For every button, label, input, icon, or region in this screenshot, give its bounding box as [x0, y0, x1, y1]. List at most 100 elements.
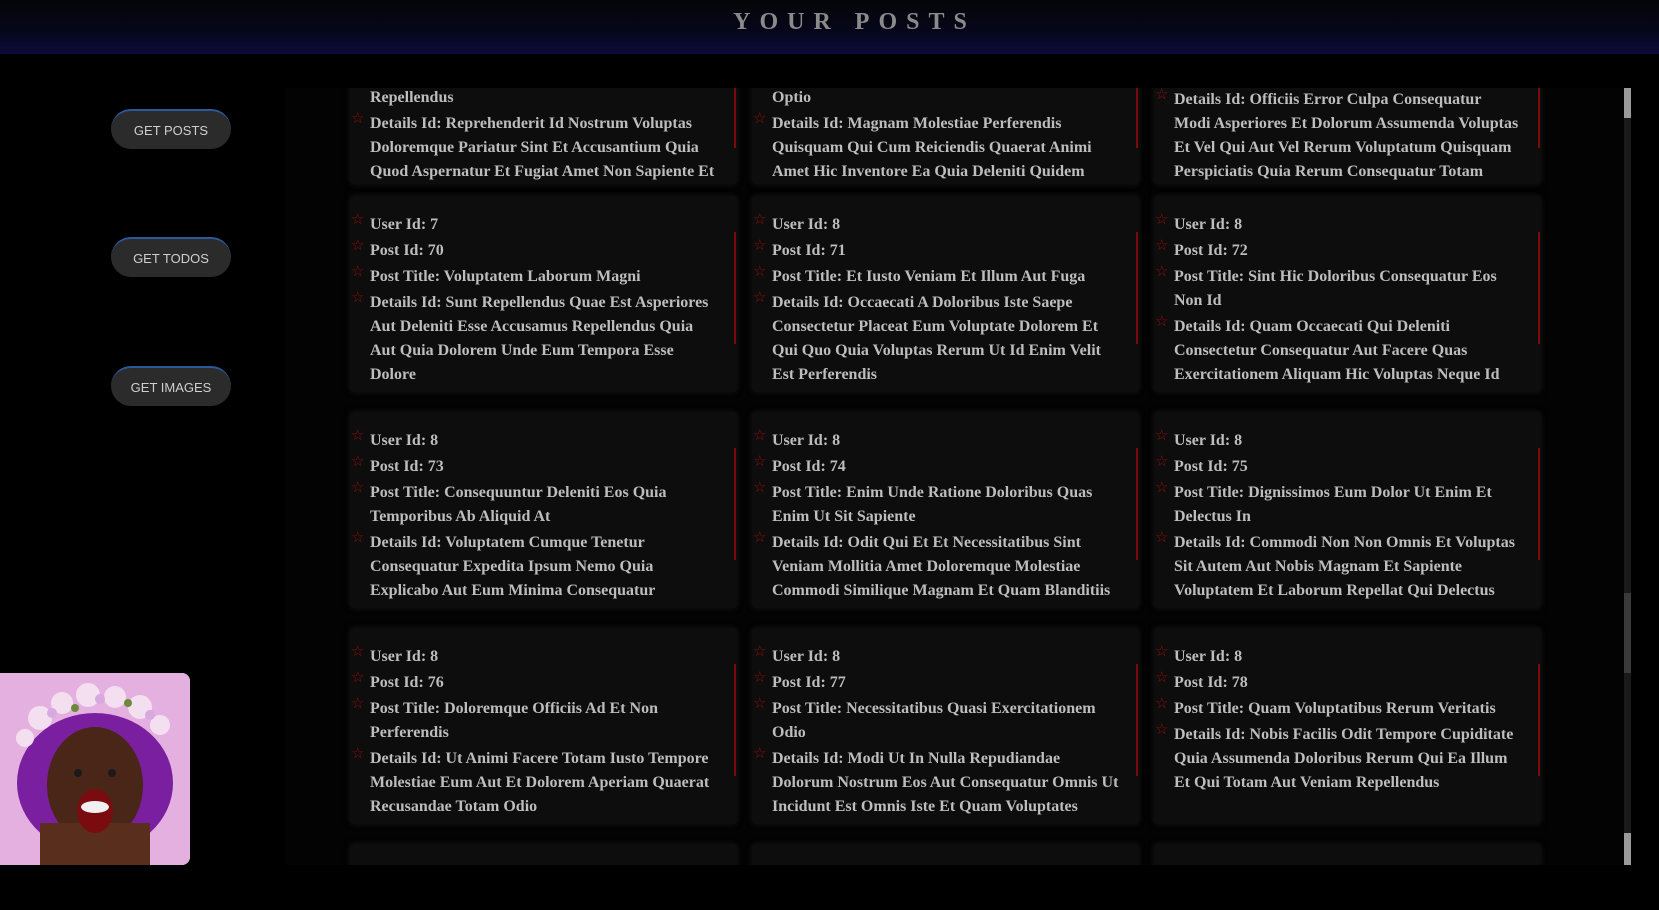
star-icon: ☆	[753, 290, 767, 306]
post-details: Modi Asperiores Et Dolorum Assumenda Vol…	[1174, 115, 1519, 180]
post-title: ☆ Post Title: Enim Unde Ratione Doloribus…	[753, 480, 1119, 529]
post-card: Repellendus ☆ Details Id: Reprehenderit I…	[350, 88, 737, 184]
star-icon: ☆	[753, 696, 767, 712]
get-images-button[interactable]: GET IMAGES	[111, 366, 231, 406]
post-details: ☆ Details Id: Reprehenderit Id Nostrum Vo…	[351, 111, 717, 184]
post-details: ☆ Details Id: Voluptatem Cumque Tenetur C…	[351, 530, 717, 603]
post-card: ☆ User Id: 8 ☆ Post Id: 73 ☆ Post Title: Co…	[350, 412, 737, 608]
post-id: ☆ Post Id: 70	[351, 238, 717, 263]
post-title: ☆ Post Title: Quam Voluptatibus Rerum Ver…	[1155, 696, 1521, 721]
post-card: ☆ User Id: 8 ☆ Post Id: 71 ☆ Post Title: Et…	[752, 196, 1139, 392]
post-id: ☆ Post Id: 77	[753, 670, 1119, 695]
star-icon: ☆	[753, 111, 767, 127]
star-icon: ☆	[1155, 722, 1169, 738]
star-icon: ☆	[753, 530, 767, 546]
post-title: ☆ Post Title: Sint Hic Doloribus Consequa…	[1155, 264, 1521, 313]
post-title: ☆ Post Title: Et Iusto Veniam Et Illum Au…	[753, 264, 1119, 289]
post-user-id: ☆ User Id: 8	[1155, 644, 1521, 669]
star-icon: ☆	[351, 696, 365, 712]
star-icon: ☆	[753, 238, 767, 254]
scrollbar[interactable]	[1624, 88, 1631, 865]
post-title: ☆ Post Title: Consequuntur Deleniti Eos Q…	[351, 480, 717, 529]
star-icon: ☆	[753, 264, 767, 280]
star-icon: ☆	[753, 480, 767, 496]
post-id: ☆ Post Id: 78	[1155, 670, 1521, 695]
post-card: ☆ User Id: 8 ☆ Post Id: 74 ☆ Post Title: En…	[752, 412, 1139, 608]
post-details: ☆ Details Id: Occaecati A Doloribus Iste …	[753, 290, 1119, 387]
star-icon: ☆	[753, 746, 767, 762]
star-icon: ☆	[1155, 88, 1169, 103]
star-icon: ☆	[351, 670, 365, 686]
post-title: ☆ Post Title: Necessitatibus Quasi Exerci…	[753, 696, 1119, 745]
page-header: YOUR POSTS	[0, 0, 1659, 54]
post-id: ☆ Post Id: 76	[351, 670, 717, 695]
post-card: ☆ Details Id: Officiis Error Culpa Conseq…	[1154, 88, 1541, 184]
star-icon: ☆	[1155, 670, 1169, 686]
get-todos-button[interactable]: GET TODOS	[111, 237, 231, 277]
post-card: ☆ User Id: 8 ☆ Post Id: 78 ☆ Post Title: Qu…	[1154, 628, 1541, 824]
post-id: ☆ Post Id: 73	[351, 454, 717, 479]
post-details: ☆ Details Id: Quam Occaecati Qui Deleniti…	[1155, 314, 1521, 387]
star-icon: ☆	[351, 746, 365, 762]
star-icon: ☆	[351, 212, 365, 228]
get-posts-button[interactable]: GET POSTS	[111, 109, 231, 149]
post-id: ☆ Post Id: 75	[1155, 454, 1521, 479]
star-icon: ☆	[753, 644, 767, 660]
post-title: ☆ Post Title: Voluptatem Laborum Magni	[351, 264, 717, 289]
post-card: ☆ User Id: 8 ☆ Post Id: 77 ☆ Post Title: Ne…	[752, 628, 1139, 824]
star-icon: ☆	[753, 670, 767, 686]
post-id: ☆ Post Id: 72	[1155, 238, 1521, 263]
post-details: ☆ Details Id: Commodi Non Non Omnis Et Vo…	[1155, 530, 1521, 603]
post-user-id: ☆ User Id: 7	[351, 212, 717, 237]
avatar	[0, 673, 190, 865]
star-icon: ☆	[351, 290, 365, 306]
post-card: Optio ☆ Details Id: Magnam Molestiae Perf…	[752, 88, 1139, 184]
post-card	[1154, 844, 1541, 865]
star-icon: ☆	[753, 454, 767, 470]
star-icon: ☆	[1155, 428, 1169, 444]
star-icon: ☆	[351, 428, 365, 444]
post-partial-line: Optio	[772, 89, 812, 106]
post-user-id: ☆ User Id: 8	[753, 212, 1119, 237]
star-icon: ☆	[351, 480, 365, 496]
post-details: ☆ Details Id: Ut Animi Facere Totam Iusto…	[351, 746, 717, 819]
star-icon: ☆	[1155, 530, 1169, 546]
star-icon: ☆	[351, 111, 365, 127]
post-user-id: ☆ User Id: 8	[351, 428, 717, 453]
post-id: ☆ Post Id: 71	[753, 238, 1119, 263]
post-user-id: ☆ User Id: 8	[1155, 212, 1521, 237]
post-details: ☆ Details Id: Odit Qui Et Et Necessitatib…	[753, 530, 1119, 603]
post-details: ☆ Details Id: Sunt Repellendus Quae Est A…	[351, 290, 717, 387]
post-details: ☆ Details Id: Nobis Facilis Odit Tempore …	[1155, 722, 1521, 795]
star-icon: ☆	[753, 428, 767, 444]
star-icon: ☆	[1155, 454, 1169, 470]
scrollbar-track-segment[interactable]	[1624, 593, 1631, 673]
post-user-id: ☆ User Id: 8	[1155, 428, 1521, 453]
bottom-strip	[0, 865, 1659, 910]
avatar-image	[0, 673, 190, 865]
post-user-id: ☆ User Id: 8	[753, 428, 1119, 453]
star-icon: ☆	[351, 264, 365, 280]
star-icon: ☆	[1155, 264, 1169, 280]
scrollbar-thumb[interactable]	[1624, 88, 1631, 118]
star-icon: ☆	[1155, 644, 1169, 660]
star-icon: ☆	[351, 238, 365, 254]
posts-panel: Repellendus ☆ Details Id: Reprehenderit I…	[285, 88, 1630, 865]
post-card	[752, 844, 1139, 865]
page-title: YOUR POSTS	[733, 9, 976, 35]
post-title: ☆ Post Title: Dignissimos Eum Dolor Ut En…	[1155, 480, 1521, 529]
post-card: ☆ User Id: 8 ☆ Post Id: 75 ☆ Post Title: Di…	[1154, 412, 1541, 608]
post-card: ☆ User Id: 7 ☆ Post Id: 70 ☆ Post Title: Vo…	[350, 196, 737, 392]
post-card	[350, 844, 737, 865]
scrollbar-thumb[interactable]	[1624, 833, 1631, 865]
star-icon: ☆	[1155, 314, 1169, 330]
post-partial-line: Repellendus	[370, 89, 454, 106]
post-title: ☆ Post Title: Doloremque Officiis Ad Et N…	[351, 696, 717, 745]
post-details: ☆ Details Id: Magnam Molestiae Perferendi…	[753, 111, 1119, 184]
post-partial-line: ☆ Details Id: Officiis Error Culpa Conseq…	[1155, 88, 1521, 112]
star-icon: ☆	[1155, 238, 1169, 254]
post-card: ☆ User Id: 8 ☆ Post Id: 72 ☆ Post Title: Si…	[1154, 196, 1541, 392]
star-icon: ☆	[351, 644, 365, 660]
post-card: ☆ User Id: 8 ☆ Post Id: 76 ☆ Post Title: Do…	[350, 628, 737, 824]
star-icon: ☆	[753, 212, 767, 228]
